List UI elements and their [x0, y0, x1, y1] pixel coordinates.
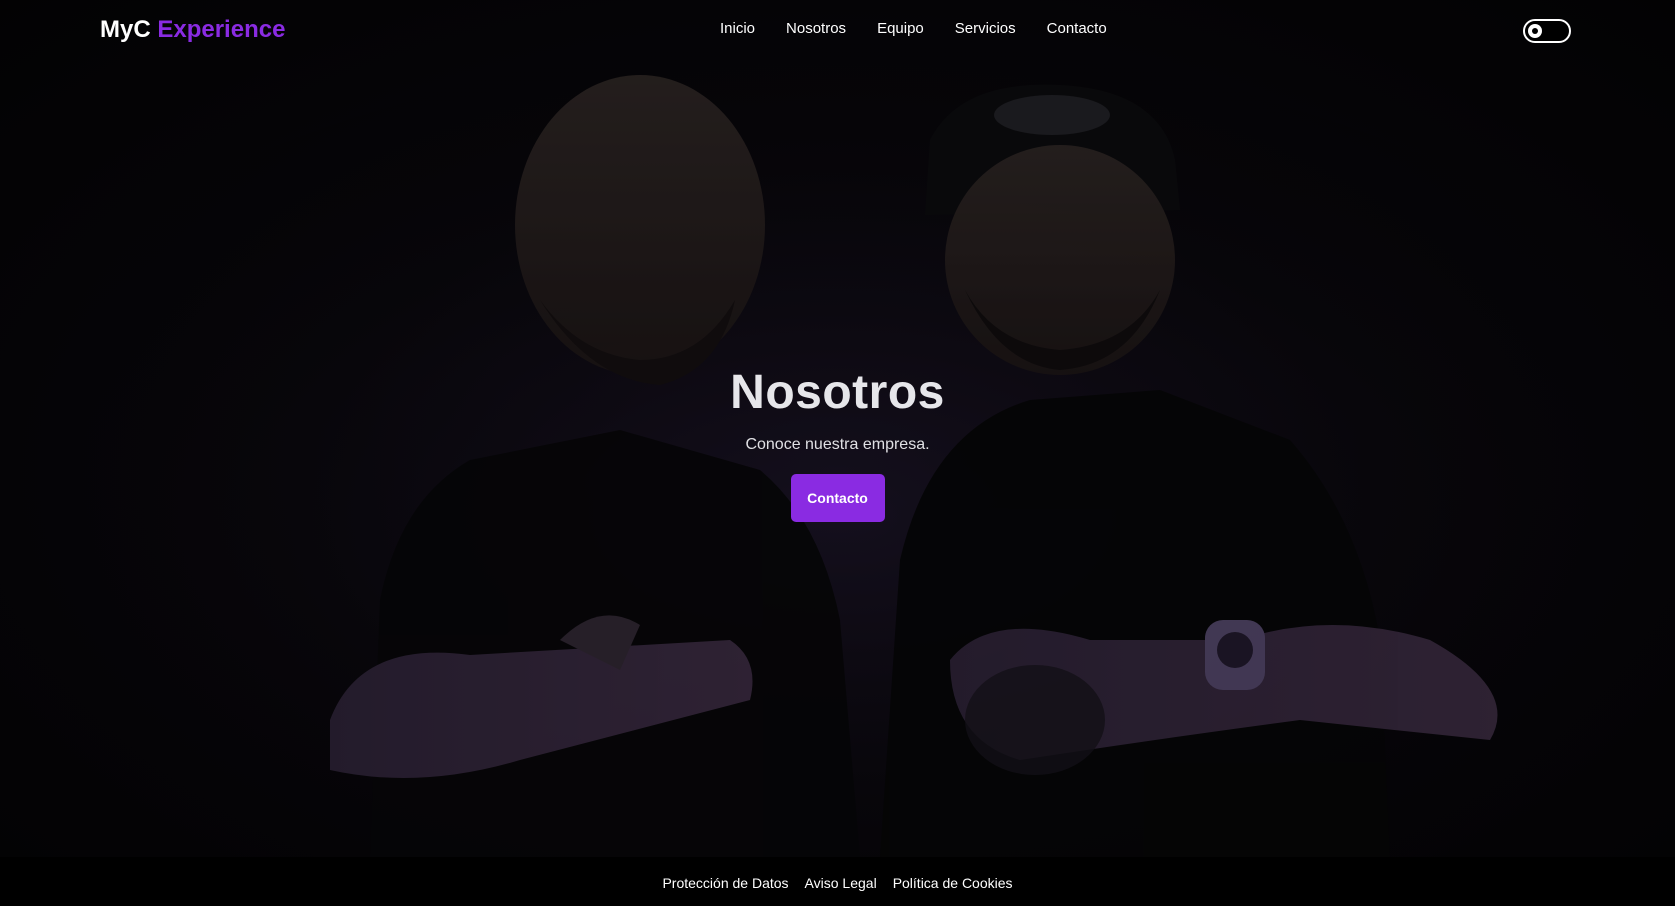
nav-item-inicio[interactable]: Inicio — [720, 20, 755, 37]
footer-link-politica-cookies[interactable]: Política de Cookies — [893, 875, 1013, 891]
footer-link-aviso-legal[interactable]: Aviso Legal — [805, 875, 877, 891]
nav-links: Inicio Nosotros Equipo Servicios Contact… — [720, 20, 1138, 38]
nav-item-contacto[interactable]: Contacto — [1047, 20, 1107, 37]
contact-button[interactable]: Contacto — [790, 474, 885, 522]
gear-icon — [1528, 24, 1542, 38]
brand-logo[interactable]: MyC Experience — [100, 16, 285, 44]
brand-accent: Experience — [157, 16, 286, 43]
theme-toggle[interactable] — [1523, 19, 1571, 43]
footer-links: Protección de Datos Aviso Legal Política… — [654, 875, 1020, 891]
hero-title: Nosotros — [730, 366, 945, 419]
hero-content: Nosotros Conoce nuestra empresa. Contact… — [0, 365, 1675, 522]
page: MyC Experience Inicio Nosotros Equipo Se… — [0, 0, 1675, 906]
footer-link-proteccion-datos[interactable]: Protección de Datos — [662, 875, 788, 891]
navbar: MyC Experience Inicio Nosotros Equipo Se… — [0, 0, 1675, 62]
brand-primary: MyC — [100, 16, 151, 43]
nav-item-servicios[interactable]: Servicios — [955, 20, 1016, 37]
nav-item-nosotros[interactable]: Nosotros — [786, 20, 846, 37]
nav-item-equipo[interactable]: Equipo — [877, 20, 924, 37]
hero-subtitle: Conoce nuestra empresa. — [745, 436, 930, 453]
footer: Protección de Datos Aviso Legal Política… — [0, 857, 1675, 906]
